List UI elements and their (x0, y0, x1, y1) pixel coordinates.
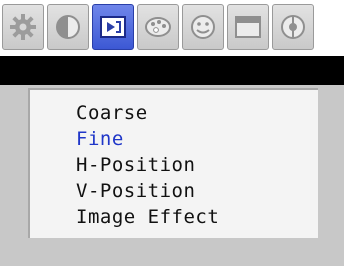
tab-color[interactable] (137, 4, 179, 50)
tab-image-adjust[interactable] (92, 4, 134, 50)
menu-item-h-position[interactable]: H-Position (76, 152, 219, 178)
tab-contrast[interactable] (47, 4, 89, 50)
menu-item-fine[interactable]: Fine (76, 126, 219, 152)
tab-settings[interactable] (2, 4, 44, 50)
color-palette-icon (145, 17, 171, 37)
gear-icon (10, 14, 36, 40)
menu-list: Coarse Fine H-Position V-Position Image … (76, 100, 219, 230)
window-icon (235, 16, 261, 38)
menu-item-v-position[interactable]: V-Position (76, 178, 219, 204)
tab-audio[interactable] (272, 4, 314, 50)
tab-face[interactable] (182, 4, 224, 50)
image-adjust-icon (100, 16, 126, 38)
tab-window[interactable] (227, 4, 269, 50)
face-icon (191, 15, 215, 39)
tab-bar (2, 4, 342, 54)
contrast-icon (56, 15, 80, 39)
osd-menu: Coarse Fine H-Position V-Position Image … (0, 0, 344, 266)
menu-item-image-effect[interactable]: Image Effect (76, 204, 219, 230)
audio-icon (281, 15, 305, 39)
menu-item-coarse[interactable]: Coarse (76, 100, 219, 126)
title-bar (0, 56, 344, 85)
